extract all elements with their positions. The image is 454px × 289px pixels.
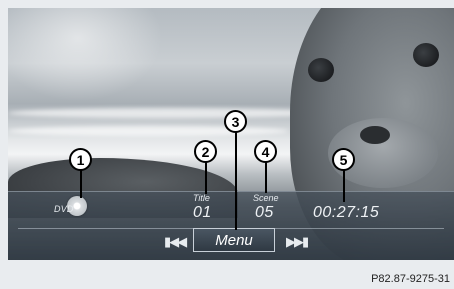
callout-line xyxy=(80,170,82,198)
skip-back-icon[interactable]: ▮◀◀ xyxy=(164,234,187,250)
scene-value: 05 xyxy=(255,204,274,221)
callout-line xyxy=(205,160,207,194)
callout-line xyxy=(235,130,237,230)
elapsed-time: 00:27:15 xyxy=(313,204,380,221)
callout-line xyxy=(265,162,267,193)
source-label: DVD xyxy=(54,204,74,214)
menu-button[interactable]: Menu xyxy=(193,228,275,252)
callout-2: 2 xyxy=(194,140,217,163)
title-label: Title xyxy=(193,193,210,203)
skip-forward-icon[interactable]: ▶▶▮ xyxy=(286,234,309,250)
seal-eye xyxy=(413,43,439,67)
callout-line xyxy=(343,170,345,202)
title-value: 01 xyxy=(193,204,212,221)
callout-5: 5 xyxy=(332,148,355,171)
scene-label: Scene xyxy=(253,193,279,203)
figure-reference: P82.87-9275-31 xyxy=(371,273,450,285)
seal-nose xyxy=(360,126,390,144)
wave-highlight xyxy=(8,126,288,136)
wave-highlight xyxy=(8,108,328,118)
callout-3: 3 xyxy=(224,110,247,133)
video-screen xyxy=(8,8,454,260)
seal-eye xyxy=(308,58,334,82)
callout-1: 1 xyxy=(69,148,92,171)
callout-4: 4 xyxy=(254,140,277,163)
